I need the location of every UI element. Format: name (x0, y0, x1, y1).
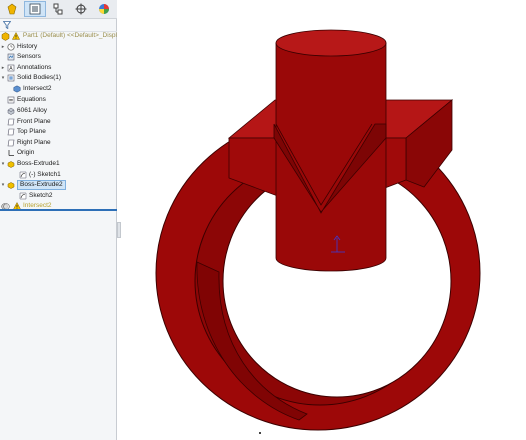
solid-bodies-label: Solid Bodies(1) (17, 74, 62, 81)
sketch1-label: (-) Sketch1 (29, 171, 61, 178)
tree-item-body-intersect2[interactable]: Intersect2 (0, 84, 117, 94)
origin-icon (6, 149, 15, 158)
view-triad-icon (259, 432, 261, 434)
sketch2-label: Sketch2 (29, 192, 53, 199)
tree-part-root[interactable]: Part1 (Default) <<Default>_Displ (0, 31, 117, 41)
tree-item-boss-extrude1[interactable]: ▾ Boss-Extrude1 (0, 159, 117, 169)
tree-item-material[interactable]: 6061 Alloy (0, 106, 117, 116)
part-label: Part1 (Default) <<Default>_Displ (22, 32, 117, 39)
3d-model[interactable] (121, 0, 526, 440)
annotations-label: Annotations (17, 64, 52, 71)
tree-item-front-plane[interactable]: Front Plane (0, 117, 117, 127)
crosshair-icon[interactable] (70, 1, 92, 17)
sketch-icon (18, 171, 27, 180)
tree-item-sketch2[interactable]: Sketch2 (0, 191, 117, 201)
tree-item-sketch1[interactable]: (-) Sketch1 (0, 170, 117, 180)
funnel-icon[interactable] (2, 21, 12, 31)
tree-item-sensors[interactable]: Sensors (0, 52, 117, 62)
extrude-icon (6, 181, 15, 190)
part-icon (1, 31, 10, 41)
rollback-bar[interactable] (0, 209, 117, 211)
equation-icon (6, 96, 15, 105)
origin-label: Origin (17, 149, 35, 156)
history-label: History (17, 43, 38, 50)
plane-icon (6, 128, 15, 137)
boss-extrude2-label: Boss-Extrude2 (17, 180, 66, 190)
sensor-icon (6, 53, 15, 62)
solid-bodies-icon (6, 74, 15, 83)
tree-item-right-plane[interactable]: Right Plane (0, 138, 117, 148)
graphics-area[interactable] (121, 0, 526, 440)
tree-item-boss-extrude2[interactable]: ▾ Boss-Extrude2 (0, 180, 117, 190)
annotation-icon: A (6, 64, 15, 73)
property-list-icon[interactable] (24, 1, 46, 17)
boss-extrude1-label: Boss-Extrude1 (17, 160, 60, 167)
material-icon (6, 107, 15, 116)
tree-item-top-plane[interactable]: Top Plane (0, 127, 117, 137)
tree-item-solid-bodies[interactable]: ▾ Solid Bodies(1) (0, 73, 117, 83)
configuration-icon[interactable] (47, 1, 69, 17)
extrude-icon (6, 160, 15, 169)
front-plane-label: Front Plane (17, 118, 51, 125)
panel-tab-bar (0, 0, 117, 19)
plane-icon (6, 118, 15, 127)
clock-icon (6, 43, 15, 52)
tree-item-history[interactable]: ▸ History (0, 42, 117, 52)
material-label: 6061 Alloy (17, 107, 47, 114)
sketch-icon (18, 192, 27, 201)
tree-item-equations[interactable]: Equations (0, 95, 117, 105)
sensors-label: Sensors (17, 53, 41, 60)
tree-item-origin[interactable]: Origin (0, 148, 117, 158)
warning-icon (12, 32, 21, 41)
equations-label: Equations (17, 96, 46, 103)
cylinder-top-face (275, 29, 387, 57)
tree-item-annotations[interactable]: ▸ A Annotations (0, 63, 117, 73)
feature-manager-panel: Part1 (Default) <<Default>_Displ ▸ Histo… (0, 0, 117, 440)
body-icon (12, 85, 21, 94)
plane-icon (6, 139, 15, 148)
body-intersect2-label: Intersect2 (23, 85, 52, 92)
color-wheel-icon[interactable] (93, 1, 115, 17)
feature-tree-icon[interactable] (1, 1, 23, 17)
right-plane-label: Right Plane (17, 139, 51, 146)
top-plane-label: Top Plane (17, 128, 46, 135)
